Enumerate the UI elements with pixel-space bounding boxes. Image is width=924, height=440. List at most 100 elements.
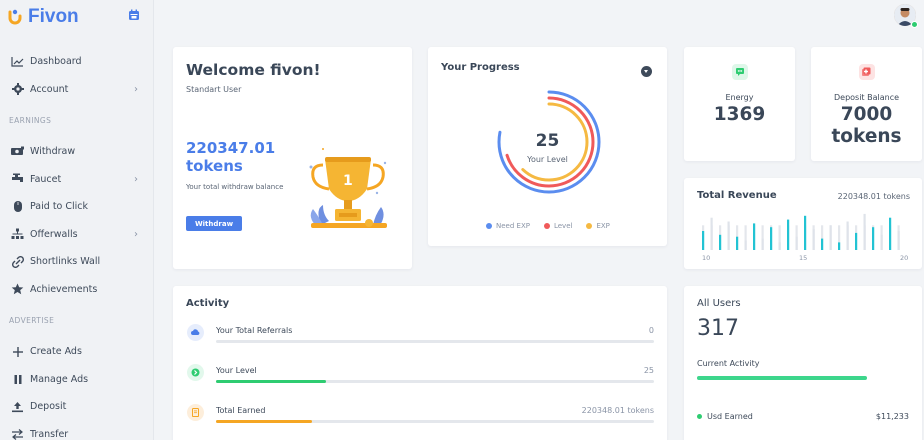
mouse-icon — [10, 200, 25, 214]
activity-row-value: 220348.01 tokens — [581, 406, 654, 415]
revenue-bar — [753, 223, 756, 250]
sidebar-item-label: Account — [30, 83, 69, 95]
legend-level: Level — [543, 222, 573, 230]
revenue-tick-label: 15 — [799, 254, 807, 262]
sidebar-item-transfer[interactable]: Transfer — [0, 421, 154, 440]
activity-row-earned: Total Earned 220348.01 tokens — [186, 404, 654, 434]
deposit-balance-amount: 7000 — [840, 104, 893, 125]
revenue-bar — [770, 227, 773, 250]
sidebar-item-label: Faucet — [30, 173, 62, 185]
revenue-bar — [736, 236, 739, 250]
legend-need-exp: Need EXP — [486, 222, 530, 230]
revenue-amount: 220348.01 tokens — [837, 192, 910, 201]
deposit-balance-unit: tokens — [831, 126, 902, 147]
users-count: 317 — [697, 316, 739, 341]
sidebar-item-offerwalls[interactable]: Offerwalls › — [0, 221, 154, 249]
activity-row-referrals: Your Total Referrals 0 — [186, 324, 654, 354]
revenue-bar — [846, 221, 849, 250]
activity-row-value: 25 — [643, 366, 654, 375]
sidebar-item-paid-to-click[interactable]: Paid to Click — [0, 193, 154, 221]
revenue-bar — [872, 227, 875, 250]
revenue-bar — [744, 240, 747, 250]
chart-line-icon — [10, 55, 25, 69]
revenue-bar-chart: 10 15 20 — [702, 213, 908, 262]
sidebar-item-shortlinks-wall[interactable]: Shortlinks Wall — [0, 248, 154, 276]
cloud-icon — [187, 324, 204, 341]
brand[interactable]: Fivon — [8, 6, 79, 28]
usd-earned-value: $11,233 — [875, 412, 909, 421]
legend-level-dot — [543, 223, 550, 229]
users-card: All Users 317 Current Activity Usd Earne… — [684, 286, 922, 440]
activity-card: Activity Your Total Referrals 0 Your Lev… — [173, 286, 667, 440]
withdraw-description: Your total withdraw balance — [186, 183, 284, 191]
deposit-balance-value: 7000 tokens — [811, 104, 922, 148]
revenue-tick-label: 10 — [702, 254, 710, 262]
current-activity-track — [697, 376, 867, 380]
withdraw-button[interactable]: Withdraw — [186, 216, 242, 231]
activity-progress-fill — [216, 380, 326, 383]
deposit-balance-label: Deposit Balance — [833, 93, 900, 102]
sidebar-item-create-ads[interactable]: Create Ads — [0, 338, 154, 366]
current-activity-fill — [697, 376, 867, 380]
activity-row-label: Your Total Referrals — [216, 326, 293, 335]
revenue-bar — [778, 242, 781, 250]
revenue-bar — [787, 219, 790, 250]
progress-card: Your Progress 25 Your Level Need EXP Lev… — [428, 47, 667, 246]
revenue-bar — [863, 213, 866, 250]
revenue-bar — [795, 236, 798, 250]
pause-icon — [10, 372, 25, 386]
revenue-bar — [829, 225, 832, 250]
activity-row-label: Total Earned — [216, 406, 266, 415]
sidebar-item-label: Deposit — [30, 401, 67, 413]
sidebar-item-withdraw[interactable]: Withdraw — [0, 138, 154, 166]
chevron-right-icon: › — [134, 173, 138, 185]
gear-icon — [10, 82, 25, 96]
deposit-balance-card: Deposit Balance 7000 tokens — [811, 47, 922, 161]
usd-earned-row: Usd Earned $11,233 — [697, 412, 909, 421]
brand-name: Fivon — [28, 6, 79, 27]
sidebar-item-label: Paid to Click — [30, 201, 89, 213]
activity-row-label: Your Level — [216, 366, 257, 375]
sidebar-item-dashboard[interactable]: Dashboard — [0, 48, 154, 76]
legend-need-exp-label: Need EXP — [496, 222, 530, 230]
chevron-down-icon[interactable] — [641, 66, 652, 77]
legend-exp-label: EXP — [596, 222, 610, 230]
trophy-illustration-icon: 1 — [309, 148, 387, 228]
revenue-bar — [889, 217, 892, 250]
legend-level-label: Level — [553, 222, 573, 230]
sidebar-item-faucet[interactable]: Faucet › — [0, 166, 154, 194]
sidebar-section-earnings: EARNINGS — [9, 116, 52, 125]
sidebar-item-account[interactable]: Account › — [0, 76, 154, 104]
legend-exp: EXP — [586, 222, 610, 230]
sidebar-item-label: Withdraw — [30, 146, 76, 158]
activity-progress-track — [216, 340, 654, 343]
chevron-right-icon: › — [134, 228, 138, 240]
legend-need-exp-dot — [486, 223, 492, 229]
user-tier: Standart User — [186, 85, 242, 94]
welcome-title: Welcome fivon! — [186, 61, 321, 79]
online-status-dot — [911, 21, 918, 28]
calendar-icon[interactable] — [128, 9, 140, 21]
star-icon — [10, 282, 25, 296]
chevron-right-icon: › — [134, 83, 138, 95]
link-icon — [10, 255, 25, 269]
welcome-card: Welcome fivon! Standart User 220347.01 t… — [173, 47, 412, 269]
activity-title: Activity — [186, 298, 230, 309]
revenue-title: Total Revenue — [697, 190, 777, 201]
transfer-icon — [10, 427, 25, 440]
sidebar-item-label: Dashboard — [30, 56, 82, 68]
sidebar-item-achievements[interactable]: Achievements — [0, 276, 154, 304]
sidebar-item-manage-ads[interactable]: Manage Ads — [0, 366, 154, 394]
sidebar-item-deposit[interactable]: Deposit — [0, 393, 154, 421]
money-icon — [10, 145, 25, 159]
activity-progress-track — [216, 420, 654, 423]
revenue-bar — [710, 217, 713, 250]
energy-label: Energy — [725, 93, 754, 102]
chat-icon — [732, 64, 748, 80]
revenue-bar — [897, 231, 900, 250]
revenue-bar — [880, 234, 883, 250]
sidebar-item-label: Achievements — [30, 283, 98, 295]
revenue-bar — [727, 221, 730, 250]
current-activity-label: Current Activity — [697, 359, 760, 368]
revenue-bar — [804, 215, 807, 250]
